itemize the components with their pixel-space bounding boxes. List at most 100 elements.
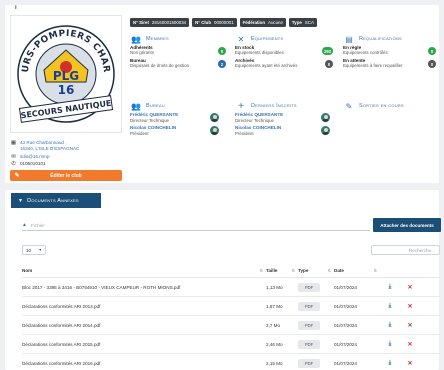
inscrit-member: Nicolas COINCHELIN Président [235, 125, 330, 137]
phone-icon: ✆ [11, 161, 16, 167]
members-section: 👥 Membres Adhérents Non gérants 0 Bureau… [130, 34, 226, 70]
column-nom[interactable]: Nom ⇅ [22, 264, 266, 277]
download-icon[interactable]: ⤓ [380, 303, 400, 310]
table-header: Nom ⇅ Taille ⇅ Type ⇅ Date ⇅ [22, 264, 440, 278]
badge-type: Type SCA [288, 18, 317, 27]
group-icon: 👥 [131, 101, 141, 111]
requalifications-title: Requalifications [359, 36, 402, 42]
edit-icon: ✎ [345, 101, 353, 111]
plus-icon: + [238, 100, 244, 112]
requalifications-header[interactable]: ▤ Requalifications [343, 34, 436, 44]
members-title: Membres [146, 36, 169, 42]
sort-icon: ⇅ [291, 268, 295, 273]
file-name: Déclarations conformités ARI 2014.pdf [22, 322, 101, 328]
badge-siret: N° Siret 28160001500034 [130, 18, 190, 27]
file-size: 2,46 Mo [266, 341, 283, 347]
inscrits-section: + Derniers Inscrits Frédéric QUERSANTE D… [235, 101, 330, 137]
attach-documents-button[interactable]: Attacher des documents [373, 218, 441, 232]
sort-icon: ⇅ [327, 268, 331, 273]
stat-archives: Archivés Equipements ayant été archivés … [235, 58, 333, 70]
download-icon[interactable]: ⤓ [380, 322, 400, 329]
file-type-badge: PDF [298, 358, 320, 368]
download-icon[interactable]: ⤓ [380, 284, 400, 291]
member-name-link[interactable]: Frédéric QUERSANTE [235, 112, 283, 117]
avatar [210, 113, 219, 122]
avatar [321, 126, 330, 135]
file-size: 2,15 Mo [266, 360, 283, 366]
bureau-member: Nicolas COINCHELIN Président [130, 125, 219, 137]
address-line-1: 43 Rue Charbonnaud , [20, 140, 67, 145]
member-name-link[interactable]: Nicolas COINCHELIN [235, 125, 281, 130]
delete-icon[interactable]: ✕ [400, 360, 420, 367]
file-type-badge: PDF [298, 282, 320, 292]
table-row: Déclarations conformités ARI 2014.pdf 2,… [22, 316, 440, 335]
bureau-section: 👥 Bureau Frédéric QUERSANTE Directeur Te… [130, 101, 219, 137]
file-type-badge: PDF [298, 301, 320, 311]
sorties-title: Sorties en cours [359, 103, 404, 109]
download-icon[interactable]: ⤓ [380, 360, 400, 367]
download-icon[interactable]: ⤓ [380, 341, 400, 348]
documents-tab[interactable]: ▼ Documents Annexes [11, 193, 101, 208]
delete-icon[interactable]: ✕ [400, 322, 420, 329]
page-length-select[interactable]: 10 ▼ [22, 245, 46, 255]
stat-en-stock: En stock Equipements disponibles 293 [235, 45, 333, 55]
table-search-input[interactable]: Recherche... [371, 245, 440, 255]
count-badge: 0 [218, 47, 226, 55]
sorties-section: ✎ Sorties en cours [343, 101, 436, 111]
count-badge: 0 [325, 60, 333, 68]
bureau-header[interactable]: 👥 Bureau [130, 101, 219, 111]
member-name-link[interactable]: Nicolas COINCHELIN [130, 125, 176, 130]
table-row: Déclarations conformités ARI 2016.pdf 2,… [22, 354, 440, 370]
column-taille[interactable]: Taille ⇅ [266, 264, 298, 277]
badge-club-number: N° Club 00000001 [192, 18, 237, 27]
sorties-header[interactable]: ✎ Sorties en cours [343, 101, 436, 111]
delete-icon[interactable]: ✕ [400, 284, 420, 291]
phone-row: ✆ 0105010101 [10, 161, 122, 167]
address-row: ▦ 43 Rue Charbonnaud , 16340, L'ISLE D'E… [10, 140, 122, 152]
count-badge: 0 [428, 47, 436, 55]
file-input-placeholder: Fichier [30, 222, 45, 228]
member-name-link[interactable]: Frédéric QUERSANTE [130, 112, 178, 117]
documents-tab-label: Documents Annexes [27, 197, 79, 204]
logo-number-text: 16 [58, 83, 75, 97]
club-logo: SAPEURS-POMPIERS CHARENTE PLG 16 SECOURS… [10, 15, 122, 133]
bureau-member: Frédéric QUERSANTE Directeur Technique [130, 112, 219, 124]
file-name: Déclarations conformités ARI 2013.pdf [22, 303, 101, 309]
delete-icon[interactable]: ✕ [400, 303, 420, 310]
file-date: 01/07/2024 [334, 360, 357, 366]
caret-down-icon: ▼ [38, 248, 42, 252]
equipements-section: ✕ Equipements En stock Equipements dispo… [235, 34, 333, 70]
equipements-header[interactable]: ✕ Equipements [235, 34, 333, 44]
delete-icon[interactable]: ✕ [400, 341, 420, 348]
inscrits-header[interactable]: + Derniers Inscrits [235, 101, 330, 111]
club-logo-image: SAPEURS-POMPIERS CHARENTE PLG 16 SECOURS… [14, 20, 116, 124]
count-badge: 0 [428, 60, 436, 68]
file-name: Bloc 2017 - 3395 à 3416 - B0754910 - VIE… [22, 284, 181, 290]
club-summary-card: ╹ SAPEURS-POMPIERS CHARENTE PLG 16 SECOU… [5, 5, 439, 183]
sort-icon: ⇅ [259, 268, 263, 273]
building-icon: ▦ [10, 140, 17, 146]
count-badge: 2 [218, 60, 226, 68]
file-type-badge: PDF [298, 339, 320, 349]
column-type[interactable]: Type ⇅ [298, 264, 334, 277]
file-name: Déclarations conformités ARI 2016.pdf [22, 360, 101, 366]
address-line-2: 16340, L'ISLE D'ESPAGNAC [20, 146, 80, 151]
avatar [210, 126, 219, 135]
phone-number: 0105010101 [20, 161, 46, 166]
logo-plg-text: PLG [53, 69, 79, 83]
file-size: 1,13 Mo [266, 284, 283, 290]
edit-club-label: Éditer le club [50, 172, 82, 179]
file-size: 1,87 Mo [266, 303, 283, 309]
table-row: Déclarations conformités ARI 2013.pdf 1,… [22, 297, 440, 316]
stat-adherents: Adhérents Non gérants 0 [130, 45, 226, 57]
edit-club-button[interactable]: ✎ Éditer le club [10, 170, 122, 181]
email-link[interactable]: sdis@16.mmp [20, 154, 49, 160]
file-type-badge: PDF [298, 320, 320, 330]
file-input[interactable]: ▲ Fichier [22, 220, 370, 231]
upload-icon: ▲ [22, 222, 27, 228]
table-row: Déclarations conformités ARI 2015.pdf 2,… [22, 335, 440, 354]
stat-bureau: Bureau Disposant de droits de gestion 2 [130, 58, 226, 70]
inscrits-title: Derniers Inscrits [251, 103, 297, 109]
members-header[interactable]: 👥 Membres [130, 34, 226, 44]
column-date[interactable]: Date ⇅ [334, 264, 380, 277]
